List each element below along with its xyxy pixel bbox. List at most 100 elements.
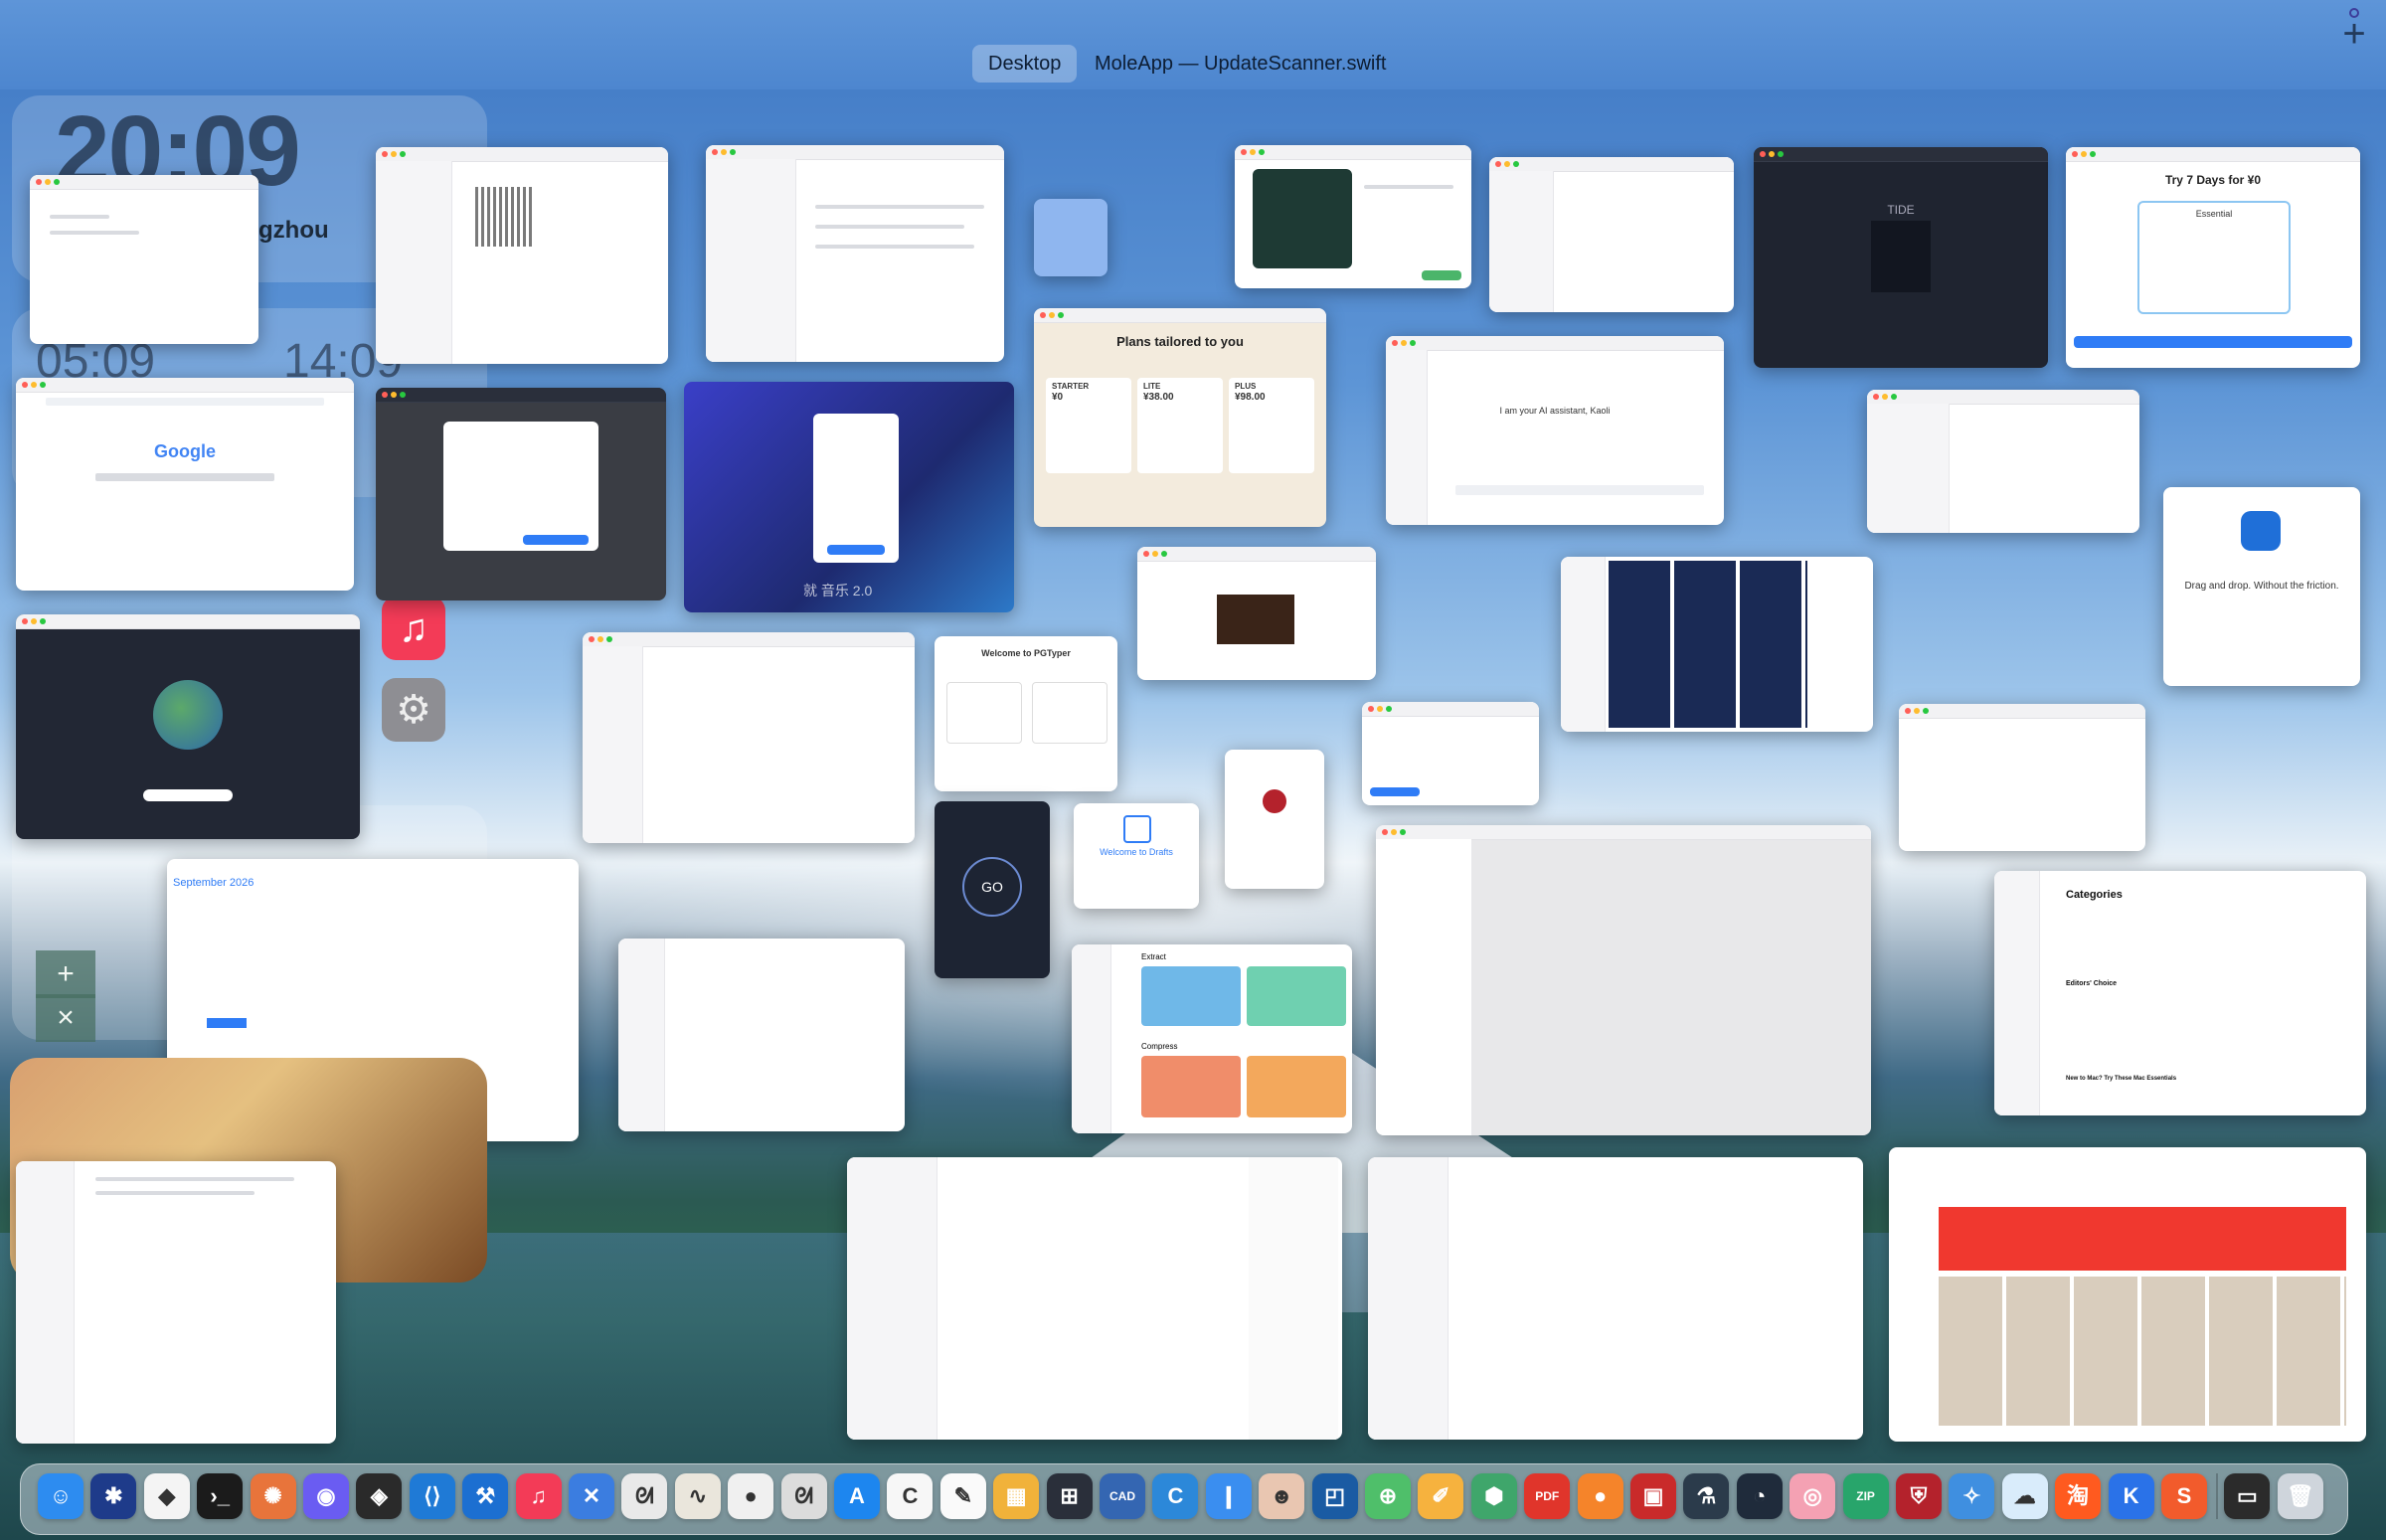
window-dragdrop[interactable]: Drag and drop. Without the friction. [2163,487,2360,686]
window-blank-list[interactable] [1867,390,2139,533]
calc-plus-key[interactable]: + [36,950,95,998]
plan-lite[interactable]: LITE ¥38.00 [1137,378,1223,473]
color-ball-icon[interactable]: ● [1577,1473,1623,1519]
rabbit-icon[interactable]: ᘛ [621,1473,668,1519]
window-vpn-globe[interactable] [16,614,360,839]
window-converter[interactable] [1235,145,1471,288]
vpn-go-button[interactable]: GO [962,857,1022,917]
taobao-icon[interactable]: 淘 [2055,1473,2102,1519]
plan-starter[interactable]: STARTER ¥0 [1046,378,1131,473]
window-google[interactable]: Google [16,378,354,591]
postgres-card-2[interactable] [1032,682,1108,744]
window-trial[interactable]: Try 7 Days for ¥0 Essential [2066,147,2360,368]
vscode-icon[interactable]: ⟨⟩ [409,1473,455,1519]
window-image-viewer[interactable] [1137,547,1376,680]
bird-icon[interactable]: ✧ [1949,1473,1995,1519]
music-app-icon[interactable]: ♫ [382,597,445,660]
space-moleapp[interactable]: MoleApp — UpdateScanner.swift [1079,45,1403,83]
music-icon[interactable]: ♫ [515,1473,562,1519]
window-notes-list[interactable] [1489,157,1734,312]
space-desktop[interactable]: Desktop [972,45,1078,83]
calendar-event[interactable] [207,1018,247,1028]
window-editor-empty[interactable] [1899,704,2145,851]
window-docs[interactable] [1368,1157,1863,1440]
cube-icon[interactable]: ◈ [356,1473,403,1519]
window-photos[interactable] [1561,557,1873,732]
gauge-icon[interactable]: ◔ [1736,1473,1783,1519]
crayon-icon[interactable]: C [1152,1473,1199,1519]
plan-plus[interactable]: PLUS ¥98.00 [1229,378,1314,473]
window-origin[interactable] [1225,750,1324,889]
notes-icon[interactable]: ✎ [939,1473,986,1519]
music-modal[interactable] [813,414,899,563]
screen-icon[interactable]: ▭ [2224,1473,2271,1519]
chat-icon[interactable]: ◉ [303,1473,349,1519]
donut-icon[interactable]: ◎ [1790,1473,1836,1519]
avatar-icon[interactable]: ☻ [1259,1473,1305,1519]
window-shopping[interactable] [1889,1147,2366,1442]
window-widget-small[interactable] [1034,199,1108,276]
window-app-store[interactable]: Categories Editors' Choice New to Mac? T… [1994,871,2366,1115]
window-ai-chat[interactable] [847,1157,1342,1440]
window-drafts[interactable]: Welcome to Drafts [1074,803,1199,909]
window-music-app[interactable]: 就 音乐 2.0 [684,382,1014,612]
shield-green-icon[interactable]: ⬢ [1470,1473,1517,1519]
window-editor-small[interactable] [30,175,258,344]
frame-icon[interactable]: ◰ [1311,1473,1358,1519]
redbook-icon[interactable]: ▣ [1630,1473,1676,1519]
window-dashboard[interactable] [618,939,905,1131]
k-icon[interactable]: K [2108,1473,2154,1519]
window-tide[interactable]: TIDE [1754,147,2048,368]
pdf-icon[interactable]: PDF [1524,1473,1571,1519]
window-notes-app[interactable] [16,1161,336,1444]
cleanmaster-icon[interactable]: C [887,1473,934,1519]
trial-plan-card[interactable]: Essential [2137,201,2291,314]
postgres-card-1[interactable] [946,682,1022,744]
compress-card-2[interactable] [1247,1056,1346,1117]
grid-icon[interactable]: ⊞ [1046,1473,1093,1519]
window-compress[interactable]: Extract Compress [1072,944,1352,1133]
compress-card-1[interactable] [1141,1056,1241,1117]
maps-icon[interactable]: ⊕ [1365,1473,1411,1519]
terminal-icon[interactable]: ›_ [197,1473,244,1519]
window-file-manager[interactable] [583,632,915,843]
shield-red-icon[interactable]: ⛨ [1896,1473,1942,1519]
cloud-icon[interactable]: ☁ [2001,1473,2048,1519]
shield-logo [1263,789,1286,813]
flask-icon[interactable]: ⚗ [1683,1473,1730,1519]
s-icon[interactable]: S [2161,1473,2207,1519]
xcode-icon[interactable]: ⚒ [462,1473,509,1519]
calc-times-key[interactable]: × [36,994,95,1042]
add-space-button[interactable]: + [2338,14,2370,54]
trash-icon[interactable]: 🗑 [2277,1473,2323,1519]
window-design-app[interactable] [1376,825,1871,1135]
picture-icon[interactable]: ▦ [993,1473,1040,1519]
panda-icon[interactable]: ● [728,1473,774,1519]
cad-icon[interactable]: CAD [1100,1473,1145,1519]
window-chat[interactable] [706,145,1004,362]
zip-icon[interactable]: ZIP [1842,1473,1889,1519]
window-postgres[interactable]: Welcome to PGTyper [935,636,1117,791]
sketch-icon[interactable]: ✐ [1418,1473,1464,1519]
window-small-form[interactable] [1362,702,1539,805]
cardinal-icon[interactable]: ◆ [143,1473,190,1519]
bookmark-icon[interactable]: ❙ [1205,1473,1252,1519]
trial-start-button[interactable] [2074,336,2352,348]
window-assistant[interactable]: I am your AI assistant, Kaoli [1386,336,1724,525]
window-vpn[interactable]: GO [935,801,1050,978]
extract-card-1[interactable] [1141,966,1241,1026]
settings-app-icon[interactable]: ⚙ [382,678,445,742]
extract-card-2[interactable] [1247,966,1346,1026]
window-qrcode[interactable] [376,147,668,364]
window-plans[interactable]: Plans tailored to you STARTER ¥0 LITE ¥3… [1034,308,1326,527]
lizard-icon[interactable]: ∿ [674,1473,721,1519]
window-dialog-dark[interactable] [376,388,666,600]
asterisk-icon[interactable]: ✱ [90,1473,137,1519]
finder-icon[interactable]: ☺ [38,1473,84,1519]
xcode-tools-icon[interactable]: ✕ [569,1473,614,1519]
app-store-icon[interactable]: A [834,1473,880,1519]
connect-button[interactable] [143,789,233,801]
rabbit2-icon[interactable]: ᘛ [780,1473,827,1519]
modal-dialog[interactable] [443,422,598,551]
claude-icon[interactable]: ✺ [250,1473,296,1519]
